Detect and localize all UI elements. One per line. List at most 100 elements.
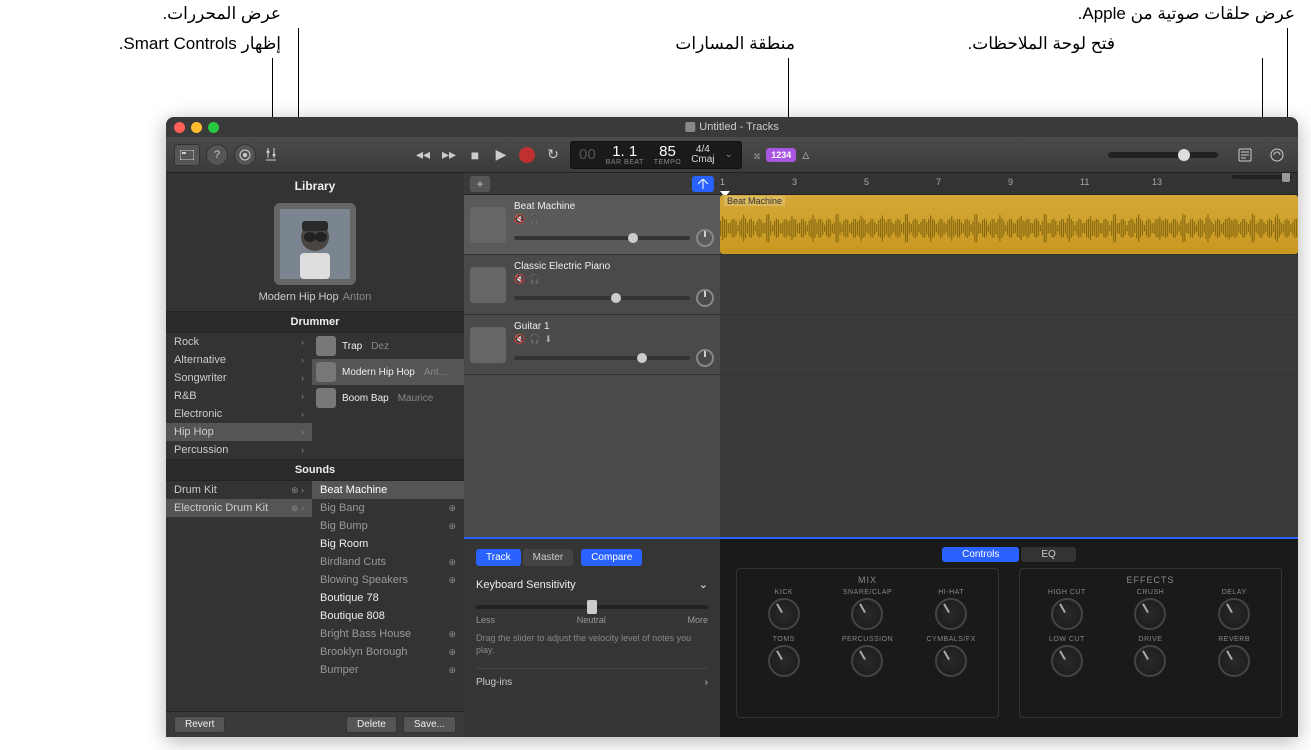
arrangement-area[interactable]: 135791113 Beat Machine: [720, 173, 1298, 537]
mute-icon[interactable]: 🔇: [514, 214, 525, 225]
drummer-thumb-icon: [316, 362, 336, 382]
track-filter-button[interactable]: [692, 176, 714, 192]
save-button[interactable]: Save...: [403, 716, 456, 733]
genre-item[interactable]: Electronic›: [166, 405, 312, 423]
editors-button[interactable]: [262, 144, 280, 166]
lcd-bar-label: BAR BEAT: [606, 159, 644, 166]
track-pan-knob[interactable]: [696, 349, 714, 367]
tuner-icon[interactable]: 𝄪: [754, 146, 760, 163]
knob-reverb[interactable]: [1218, 645, 1250, 677]
delete-button[interactable]: Delete: [346, 716, 397, 733]
knob-cymbalsfx[interactable]: [935, 645, 967, 677]
mute-icon[interactable]: 🔇: [514, 274, 525, 285]
knob-kick[interactable]: [768, 598, 800, 630]
lcd-bar-beat: 1. 1: [612, 144, 637, 159]
genre-item[interactable]: Rock›: [166, 333, 312, 351]
smart-controls-button[interactable]: [234, 144, 256, 166]
sound-category-item[interactable]: Electronic Drum Kit⊕ ›: [166, 499, 312, 517]
rewind-button[interactable]: ◂◂: [412, 146, 434, 164]
minimize-window-button[interactable]: [191, 122, 202, 133]
library-button[interactable]: [174, 144, 200, 166]
plugins-row[interactable]: Plug-ins ›: [476, 668, 708, 688]
genre-item[interactable]: Songwriter›: [166, 369, 312, 387]
lcd-display[interactable]: 00 1. 1 BAR BEAT 85 TEMPO 4/4 Cmaj ⌄: [570, 141, 742, 169]
revert-button[interactable]: Revert: [174, 716, 225, 733]
knob-cell: TOMS: [747, 636, 821, 677]
play-button[interactable]: ▶: [490, 146, 512, 164]
add-track-button[interactable]: +: [470, 176, 490, 192]
track-instrument-icon: [470, 207, 506, 243]
drummer-item[interactable]: Modern Hip HopAnt...: [312, 359, 464, 385]
knob-delay[interactable]: [1218, 598, 1250, 630]
forward-button[interactable]: ▸▸: [438, 146, 460, 164]
sound-item[interactable]: Blowing Speakers⊕: [312, 571, 464, 589]
sound-item[interactable]: Bright Bass House⊕: [312, 625, 464, 643]
tab-eq[interactable]: EQ: [1021, 547, 1075, 562]
knob-hihat[interactable]: [935, 598, 967, 630]
tab-compare[interactable]: Compare: [581, 549, 642, 566]
notepad-button[interactable]: [1232, 144, 1258, 166]
track-header[interactable]: Classic Electric Piano 🔇 🎧: [464, 255, 720, 315]
tab-controls[interactable]: Controls: [942, 547, 1019, 562]
headphone-icon[interactable]: 🎧: [529, 334, 540, 345]
track-pan-knob[interactable]: [696, 289, 714, 307]
knob-crush[interactable]: [1134, 598, 1166, 630]
knob-highcut[interactable]: [1051, 598, 1083, 630]
record-button[interactable]: [516, 146, 538, 164]
track-volume-slider[interactable]: [514, 296, 690, 300]
smart-controls-panel: Track Master Compare Keyboard Sensitivit…: [464, 537, 1298, 737]
sound-item[interactable]: Bumper⊕: [312, 661, 464, 679]
quick-help-button[interactable]: ?: [206, 144, 228, 166]
zoom-window-button[interactable]: [208, 122, 219, 133]
mute-icon[interactable]: 🔇: [514, 334, 525, 345]
track-header[interactable]: Beat Machine 🔇 🎧: [464, 195, 720, 255]
genre-item[interactable]: Alternative›: [166, 351, 312, 369]
track-volume-slider[interactable]: [514, 356, 690, 360]
track-lane[interactable]: [720, 255, 1298, 315]
timeline-ruler[interactable]: 135791113: [720, 173, 1298, 195]
kb-sensitivity-title[interactable]: Keyboard Sensitivity ⌄: [476, 578, 708, 591]
track-volume-slider[interactable]: [514, 236, 690, 240]
sound-item[interactable]: Big Bump⊕: [312, 517, 464, 535]
sound-item[interactable]: Big Room: [312, 535, 464, 553]
track-lane[interactable]: Beat Machine: [720, 195, 1298, 255]
knob-lowcut[interactable]: [1051, 645, 1083, 677]
input-icon[interactable]: ⬇: [544, 334, 552, 345]
knob-percussion[interactable]: [851, 645, 883, 677]
sound-item[interactable]: Brooklyn Borough⊕: [312, 643, 464, 661]
kb-sensitivity-slider[interactable]: [476, 605, 708, 609]
drummer-item[interactable]: TrapDez: [312, 333, 464, 359]
metronome-icon[interactable]: ▵: [802, 146, 809, 163]
cycle-button[interactable]: ↻: [542, 146, 564, 164]
track-pan-knob[interactable]: [696, 229, 714, 247]
ruler-mark: 1: [720, 177, 725, 187]
sound-item[interactable]: Big Bang⊕: [312, 499, 464, 517]
apple-loops-button[interactable]: [1264, 144, 1290, 166]
headphone-icon[interactable]: 🎧: [529, 214, 540, 225]
master-volume-slider[interactable]: [1108, 152, 1218, 158]
sound-item[interactable]: Beat Machine: [312, 481, 464, 499]
genre-item[interactable]: Hip Hop›: [166, 423, 312, 441]
track-headers: + Beat Machine 🔇 🎧 Classic: [464, 173, 720, 537]
tab-master[interactable]: Master: [523, 549, 574, 566]
tab-track[interactable]: Track: [476, 549, 521, 566]
audio-region[interactable]: Beat Machine: [720, 195, 1298, 254]
zoom-slider[interactable]: [1232, 175, 1292, 179]
track-lane[interactable]: [720, 315, 1298, 375]
effects-panel: EFFECTS HIGH CUTCRUSHDELAYLOW CUTDRIVERE…: [1019, 568, 1282, 718]
genre-item[interactable]: Percussion›: [166, 441, 312, 459]
drummer-item[interactable]: Boom BapMaurice: [312, 385, 464, 411]
sound-category-item[interactable]: Drum Kit⊕ ›: [166, 481, 312, 499]
knob-drive[interactable]: [1134, 645, 1166, 677]
genre-item[interactable]: R&B›: [166, 387, 312, 405]
knob-toms[interactable]: [768, 645, 800, 677]
close-window-button[interactable]: [174, 122, 185, 133]
stop-button[interactable]: ■: [464, 146, 486, 164]
sound-item[interactable]: Boutique 808: [312, 607, 464, 625]
sound-item[interactable]: Boutique 78: [312, 589, 464, 607]
headphone-icon[interactable]: 🎧: [529, 274, 540, 285]
sound-item[interactable]: Birdland Cuts⊕: [312, 553, 464, 571]
knob-snareclap[interactable]: [851, 598, 883, 630]
count-in-badge[interactable]: 1234: [766, 148, 796, 162]
track-header[interactable]: Guitar 1 🔇 🎧 ⬇: [464, 315, 720, 375]
